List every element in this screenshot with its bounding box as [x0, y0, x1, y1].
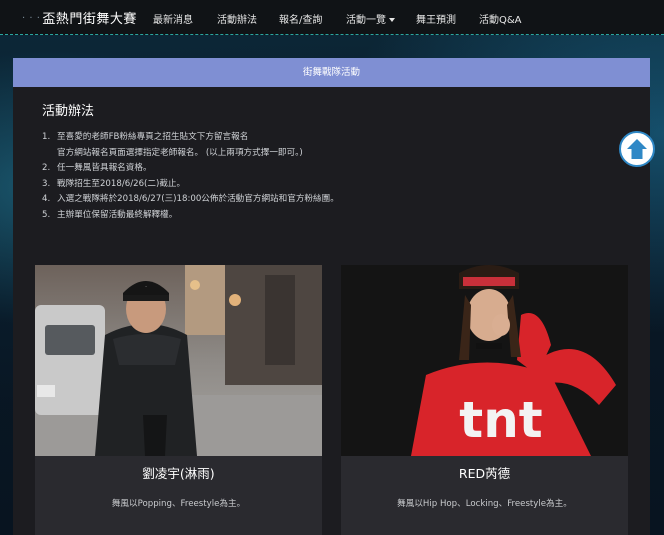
rule-number: 4. [42, 194, 51, 204]
rule-text: 至喜愛的老師FB粉絲專頁之招生貼文下方留言報名 [57, 132, 249, 142]
teacher-name: 劉凌宇(淋雨) [142, 466, 215, 481]
rule-number: 3. [42, 178, 51, 189]
nav-events-label: 活動一覽 [346, 15, 386, 26]
brand-title: 盃熱門街舞大賽 [42, 12, 137, 27]
nav-news[interactable]: 最新消息 [153, 11, 193, 26]
rule-item: 4. 入選之戰隊將於2018/6/27(三)18:00公佈於活動官方網站和官方粉絲… [42, 192, 339, 208]
teacher-name: RED芮德 [458, 466, 511, 481]
teacher-card[interactable]: · 劉凌宇(淋雨) 舞風以Popping、Freestyle為主。 [35, 265, 322, 535]
nav-events-dropdown[interactable]: 活動一覽 [346, 11, 395, 26]
teacher-photo: tnt [341, 265, 628, 456]
rule-text: 主辦單位保留活動最終解釋權。 [57, 209, 178, 220]
nav-register[interactable]: 報名/查詢 [279, 11, 322, 26]
shirt-print: tnt [459, 391, 542, 449]
rule-item: 5. 主辦單位保留活動最終解釋權。 [42, 208, 339, 224]
rule-text: 任一舞風皆具報名資格。 [57, 163, 152, 173]
rule-text: 入選之戰隊將於2018/6/27(三)18:00公佈於活動官方網站和官方粉絲團。 [57, 194, 339, 204]
rule-text: 官方網站報名頁面選擇指定老師報名。 (以上兩項方式擇一即可。) [57, 147, 303, 158]
teacher-card[interactable]: tnt RED芮德 舞風以Hip Hop、Locking、Freestyle為主… [341, 265, 628, 535]
caret-down-icon [389, 18, 395, 22]
rule-item: 2. 任一舞風皆具報名資格。 [42, 161, 339, 177]
panel-header: 街舞戰隊活動 [13, 58, 650, 87]
nav-qa[interactable]: 活動Q&A [479, 11, 522, 26]
rule-item: 官方網站報名頁面選擇指定老師報名。 (以上兩項方式擇一即可。) [42, 146, 339, 162]
section-title: 活動辦法 [42, 104, 95, 119]
teacher-style: 舞風以Popping、Freestyle為主。 [111, 499, 246, 509]
rule-number: 1. [42, 132, 51, 142]
brand-prefix: · · · [22, 13, 41, 24]
rule-item: 3. 戰隊招生至2018/6/26(二)截止。 [42, 177, 339, 193]
site-brand[interactable]: · · · 盃熱門街舞大賽 [22, 8, 137, 27]
rules-list: 1. 至喜愛的老師FB粉絲專頁之招生貼文下方留言報名 官方網站報名頁面選擇指定老師… [42, 130, 339, 223]
rule-item: 1. 至喜愛的老師FB粉絲專頁之招生貼文下方留言報名 [42, 130, 339, 146]
nav-rules[interactable]: 活動辦法 [217, 11, 257, 26]
teacher-style: 舞風以Hip Hop、Locking、Freestyle為主。 [397, 499, 572, 509]
arrow-up-circle-icon [627, 139, 647, 159]
page: · · · 盃熱門街舞大賽 最新消息 活動辦法 報名/查詢 活動一覽 舞王預測 活… [0, 0, 664, 535]
scroll-top-button[interactable] [619, 131, 655, 167]
nav-predict[interactable]: 舞王預測 [416, 11, 456, 26]
rule-number: 5. [42, 209, 51, 220]
rule-text: 戰隊招生至2018/6/26(二)截止。 [57, 178, 186, 189]
rule-number: 2. [42, 163, 51, 173]
teacher-photo: · [35, 265, 322, 456]
top-navbar: · · · 盃熱門街舞大賽 最新消息 活動辦法 報名/查詢 活動一覽 舞王預測 活… [0, 0, 664, 35]
